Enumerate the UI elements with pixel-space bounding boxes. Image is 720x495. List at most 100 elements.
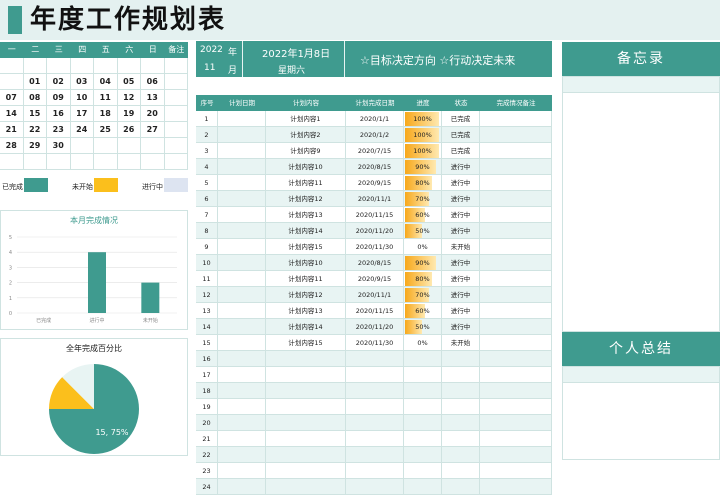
- cell-note[interactable]: [480, 431, 552, 447]
- cell-note[interactable]: [480, 319, 552, 335]
- cell-date[interactable]: [218, 159, 266, 175]
- cell-content[interactable]: [266, 447, 346, 463]
- cell-finish[interactable]: 2020/11/1: [346, 287, 404, 303]
- cell-content[interactable]: [266, 367, 346, 383]
- cell-date[interactable]: [218, 127, 266, 143]
- cell-note[interactable]: [480, 447, 552, 463]
- cell-content[interactable]: 计划内容1: [266, 111, 346, 127]
- cell-status[interactable]: 进行中: [442, 223, 480, 239]
- cell-content[interactable]: 计划内容2: [266, 127, 346, 143]
- calendar-day[interactable]: [23, 154, 47, 170]
- calendar-day[interactable]: [94, 138, 118, 154]
- calendar-note-cell[interactable]: [164, 122, 188, 138]
- cell-content[interactable]: [266, 463, 346, 479]
- cell-date[interactable]: [218, 207, 266, 223]
- cell-note[interactable]: [480, 271, 552, 287]
- cell-finish[interactable]: [346, 383, 404, 399]
- cell-finish[interactable]: 2020/11/15: [346, 207, 404, 223]
- cell-finish[interactable]: 2020/11/30: [346, 335, 404, 351]
- cell-finish[interactable]: [346, 399, 404, 415]
- table-row[interactable]: 6 计划内容12 2020/11/1 70% 进行中: [196, 191, 552, 207]
- progress-cell[interactable]: 70%: [404, 287, 442, 303]
- cell-date[interactable]: [218, 431, 266, 447]
- cell-no[interactable]: 9: [196, 239, 218, 255]
- cell-status[interactable]: 进行中: [442, 319, 480, 335]
- cell-date[interactable]: [218, 367, 266, 383]
- cell-content[interactable]: 计划内容11: [266, 175, 346, 191]
- cell-no[interactable]: 13: [196, 303, 218, 319]
- table-row[interactable]: 11 计划内容11 2020/9/15 80% 进行中: [196, 271, 552, 287]
- progress-cell[interactable]: [404, 447, 442, 463]
- calendar-day[interactable]: 20: [141, 106, 165, 122]
- cell-no[interactable]: 8: [196, 223, 218, 239]
- table-row[interactable]: 8 计划内容14 2020/11/20 50% 进行中: [196, 223, 552, 239]
- table-row[interactable]: 17: [196, 367, 552, 383]
- cell-finish[interactable]: 2020/8/15: [346, 255, 404, 271]
- cell-no[interactable]: 20: [196, 415, 218, 431]
- cell-finish[interactable]: [346, 447, 404, 463]
- table-row[interactable]: 22: [196, 447, 552, 463]
- cell-content[interactable]: [266, 351, 346, 367]
- progress-cell[interactable]: 100%: [404, 143, 442, 159]
- calendar-day[interactable]: [47, 58, 71, 74]
- cell-no[interactable]: 7: [196, 207, 218, 223]
- calendar-day[interactable]: 30: [47, 138, 71, 154]
- cell-status[interactable]: 已完成: [442, 143, 480, 159]
- cell-note[interactable]: [480, 159, 552, 175]
- calendar-day[interactable]: [117, 138, 141, 154]
- cell-date[interactable]: [218, 287, 266, 303]
- calendar-day[interactable]: 25: [94, 122, 118, 138]
- cell-content[interactable]: 计划内容12: [266, 287, 346, 303]
- progress-cell[interactable]: 80%: [404, 271, 442, 287]
- table-row[interactable]: 15 计划内容15 2020/11/30 0% 未开始: [196, 335, 552, 351]
- cell-content[interactable]: [266, 431, 346, 447]
- progress-cell[interactable]: 80%: [404, 175, 442, 191]
- calendar-day[interactable]: 15: [23, 106, 47, 122]
- cell-finish[interactable]: 2020/11/15: [346, 303, 404, 319]
- cell-no[interactable]: 17: [196, 367, 218, 383]
- calendar-day[interactable]: 16: [47, 106, 71, 122]
- cell-status[interactable]: 进行中: [442, 159, 480, 175]
- cell-status[interactable]: [442, 431, 480, 447]
- cell-content[interactable]: 计划内容14: [266, 223, 346, 239]
- cell-status[interactable]: [442, 447, 480, 463]
- calendar-day[interactable]: 27: [141, 122, 165, 138]
- cell-no[interactable]: 3: [196, 143, 218, 159]
- calendar-day[interactable]: [0, 58, 24, 74]
- table-row[interactable]: 20: [196, 415, 552, 431]
- cell-finish[interactable]: 2020/1/2: [346, 127, 404, 143]
- cell-content[interactable]: [266, 383, 346, 399]
- cell-status[interactable]: [442, 399, 480, 415]
- calendar-day[interactable]: [94, 154, 118, 170]
- cell-note[interactable]: [480, 191, 552, 207]
- calendar-note-cell[interactable]: [164, 106, 188, 122]
- cell-date[interactable]: [218, 175, 266, 191]
- cell-no[interactable]: 11: [196, 271, 218, 287]
- progress-cell[interactable]: [404, 383, 442, 399]
- cell-content[interactable]: [266, 479, 346, 495]
- calendar-day[interactable]: 14: [0, 106, 24, 122]
- progress-cell[interactable]: 70%: [404, 191, 442, 207]
- cell-date[interactable]: [218, 191, 266, 207]
- cell-note[interactable]: [480, 287, 552, 303]
- cell-status[interactable]: 未开始: [442, 239, 480, 255]
- calendar-day[interactable]: 09: [47, 90, 71, 106]
- calendar-day[interactable]: 07: [0, 90, 24, 106]
- calendar-note-cell[interactable]: [164, 74, 188, 90]
- calendar-day[interactable]: 29: [23, 138, 47, 154]
- calendar-day[interactable]: [0, 154, 24, 170]
- cell-content[interactable]: [266, 399, 346, 415]
- calendar-day[interactable]: [141, 58, 165, 74]
- cell-no[interactable]: 12: [196, 287, 218, 303]
- table-row[interactable]: 18: [196, 383, 552, 399]
- cell-status[interactable]: 未开始: [442, 335, 480, 351]
- cell-status[interactable]: 进行中: [442, 271, 480, 287]
- calendar-note-cell[interactable]: [164, 138, 188, 154]
- table-row[interactable]: 5 计划内容11 2020/9/15 80% 进行中: [196, 175, 552, 191]
- calendar-day[interactable]: [47, 154, 71, 170]
- calendar-day[interactable]: 23: [47, 122, 71, 138]
- calendar-day[interactable]: 02: [47, 74, 71, 90]
- progress-cell[interactable]: 90%: [404, 255, 442, 271]
- progress-cell[interactable]: [404, 351, 442, 367]
- cell-date[interactable]: [218, 271, 266, 287]
